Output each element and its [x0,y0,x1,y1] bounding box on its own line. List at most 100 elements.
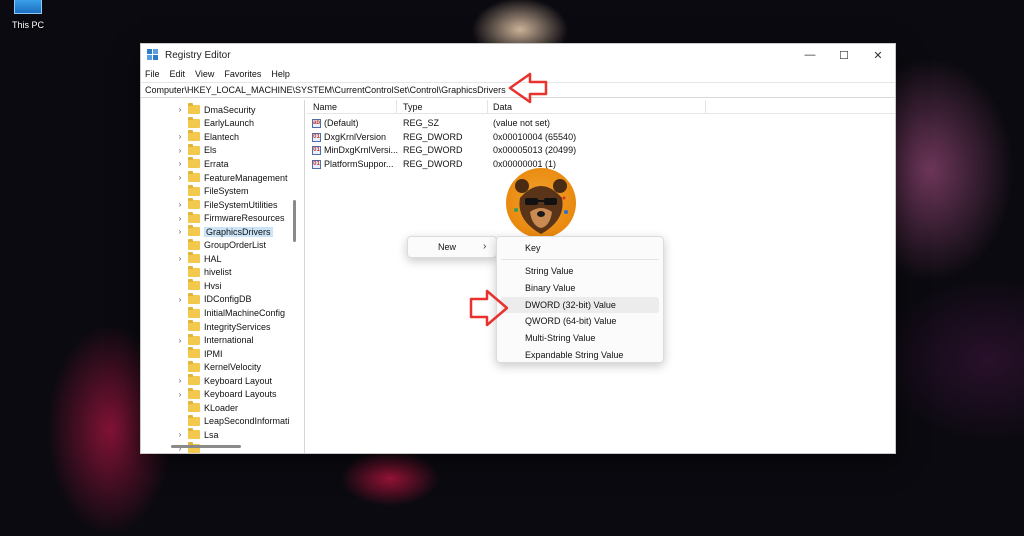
submenu-item-label: QWORD (64-bit) Value [525,316,617,327]
tree-item[interactable]: › FileSystemUtilities [141,198,301,212]
address-path[interactable]: Computer\HKEY_LOCAL_MACHINE\SYSTEM\Curre… [145,85,506,95]
value-name: (Default) [324,118,359,128]
tree-item-label: FileSystemUtilities [204,199,278,210]
tree-item-label: Elantech [204,131,240,142]
chevron-right-icon[interactable]: › [175,430,185,439]
folder-icon [188,265,200,277]
tree-item-label: KLoader [204,402,239,413]
value-row[interactable]: 01 MinDxgKrnlVersi... REG_DWORD 0x00005013 … [307,144,667,158]
menu-favorites[interactable]: Favorites [224,69,261,79]
submenu-item[interactable]: Multi-String Value [501,330,659,346]
tree-item[interactable]: › Lsa [141,428,301,442]
context-menu-new[interactable]: New [438,242,456,252]
minimize-button[interactable]: — [793,44,827,66]
column-header-name[interactable]: Name [313,102,337,112]
chevron-right-icon[interactable]: › [175,390,185,399]
chevron-right-icon[interactable]: › [175,214,185,223]
tree-item[interactable]: › Errata [141,157,301,171]
submenu-item[interactable]: DWORD (32-bit) Value [501,296,659,313]
tree-item[interactable]: hivelist [141,265,301,280]
column-header-type[interactable]: Type [403,102,423,112]
value-type: REG_DWORD [403,145,463,156]
chevron-right-icon[interactable]: › [175,159,185,168]
chevron-right-icon[interactable]: › [175,146,185,155]
chevron-right-icon[interactable]: › [175,336,185,345]
value-row[interactable]: 01 PlatformSuppor... REG_DWORD 0x00000001 (… [307,158,667,172]
tree-item[interactable]: InitialMachineConfig [141,306,301,320]
value-row[interactable]: 01 DxgKrnlVersion REG_DWORD 0x00010004 (655… [307,131,667,145]
tree-item[interactable]: › International [141,333,301,347]
folder-icon [188,279,200,291]
maximize-button[interactable]: ☐ [827,44,861,66]
binary-value-icon: 01 [312,159,321,169]
submenu-item[interactable]: Binary Value [501,280,659,296]
tree-vertical-scrollbar[interactable] [293,200,296,242]
chevron-right-icon[interactable]: › [175,173,185,182]
tree-item[interactable]: › GraphicsDrivers [141,225,301,239]
registry-editor-icon [147,49,159,61]
tree-item[interactable]: › FeatureManagement [141,171,301,185]
close-button[interactable]: ✕ [861,44,895,66]
tree-item-label: LeapSecondInformati [204,416,290,427]
chevron-right-icon[interactable]: › [175,132,185,141]
folder-icon [188,320,200,332]
binary-value-icon: 01 [312,146,321,156]
tree-item[interactable]: EarlyLaunch [141,116,301,131]
tree-item[interactable]: IPMI [141,347,301,361]
tree-item-label: Keyboard Layouts [204,389,277,400]
column-header-data[interactable]: Data [493,102,512,112]
chevron-right-icon[interactable]: › [175,295,185,304]
tree-item[interactable]: › IDConfigDB [141,292,301,307]
menu-file[interactable]: File [145,69,160,79]
tree-item[interactable]: Hvsi [141,279,301,293]
tree-item[interactable]: GroupOrderList [141,238,301,253]
folder-icon [188,347,200,359]
chevron-right-icon[interactable]: › [175,376,185,385]
folder-icon [188,252,200,264]
folder-icon [188,238,200,250]
string-value-icon: ab [312,119,321,128]
tree-item-label: FileSystem [204,186,249,197]
tree-item[interactable]: › DmaSecurity [141,103,301,117]
chevron-right-icon[interactable]: › [175,105,185,114]
tree-item[interactable]: LeapSecondInformati [141,414,301,429]
submenu-item-label: Expandable String Value [525,350,624,360]
this-pc-desktop-icon[interactable]: This PC [8,0,48,30]
tree-item[interactable]: › Keyboard Layouts [141,387,301,402]
title-bar[interactable]: Registry Editor — ☐ ✕ [141,44,895,66]
chevron-right-icon[interactable]: › [175,254,185,263]
desktop-icon-label: This PC [11,20,44,30]
value-name: MinDxgKrnlVersi... [324,145,399,156]
tree-item[interactable]: FileSystem [141,184,301,198]
window-title: Registry Editor [165,49,231,61]
tree-item[interactable]: KLoader [141,401,301,415]
value-name: DxgKrnlVersion [324,131,387,142]
tree-item[interactable]: KernelVelocity [141,360,301,374]
menu-help[interactable]: Help [271,69,290,79]
value-row[interactable]: ab (Default) REG_SZ (value not set) [307,117,667,131]
tree-item[interactable]: › Elantech [141,130,301,144]
tree-item[interactable]: › FirmwareResources [141,211,301,225]
tree-item-label: Els [204,145,217,156]
submenu-item[interactable]: Expandable String Value [501,347,659,363]
tree-horizontal-scrollbar[interactable] [171,445,241,448]
address-bar[interactable]: Computer\HKEY_LOCAL_MACHINE\SYSTEM\Curre… [141,82,895,98]
tree-item[interactable]: › HAL [141,252,301,266]
key-tree: › › Lsa LeapSecondInformati KLoader › Keyboard… [141,100,305,453]
tree-item[interactable]: › Keyboard Layout [141,374,301,388]
tree-item-label: GraphicsDrivers [204,226,273,237]
submenu-item[interactable]: String Value [501,263,659,279]
submenu-item-key[interactable]: Key [501,240,659,256]
tree-item-label: IPMI [204,348,223,359]
submenu-item[interactable]: QWORD (64-bit) Value [501,313,659,329]
menu-view[interactable]: View [195,69,214,79]
folder-icon [188,292,200,304]
tree-item-label: Lsa [204,429,219,440]
chevron-right-icon[interactable]: › [175,200,185,209]
list-header: Name Type Data [307,100,895,114]
value-type: REG_SZ [403,118,440,128]
tree-item[interactable]: IntegrityServices [141,320,301,334]
menu-edit[interactable]: Edit [170,69,186,79]
tree-item[interactable]: › Els [141,143,301,158]
chevron-right-icon[interactable]: › [175,227,185,236]
